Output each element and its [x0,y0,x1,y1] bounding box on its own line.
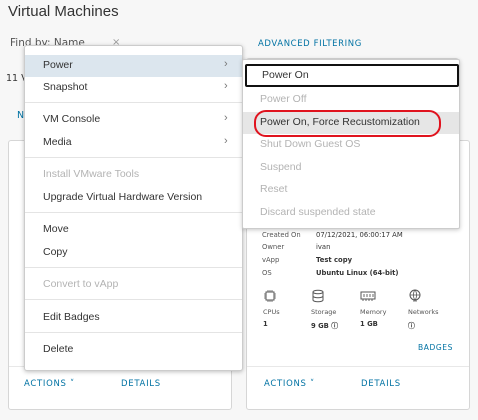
menu-item-upgrade-hardware[interactable]: Upgrade Virtual Hardware Version [25,187,242,209]
menu-item-delete[interactable]: Delete [25,339,242,361]
submenu-item-discard-suspended-state[interactable]: Discard suspended state [243,202,459,224]
menu-item-label: Media [43,136,72,148]
storage-icon [311,289,325,306]
stat-label-storage: Storage [311,308,337,316]
chevron-right-icon: › [224,80,228,92]
detail-value-os: Ubuntu Linux (64-bit) [316,269,399,277]
menu-divider [25,102,242,103]
submenu-item-suspend[interactable]: Suspend [243,157,459,179]
badges-link[interactable]: BADGES [418,343,453,352]
details-button-right[interactable]: DETAILS [361,379,401,389]
menu-item-label: Move [43,223,69,235]
memory-icon [360,289,376,306]
actions-context-menu: Power › Snapshot › VM Console › Media › … [24,45,243,371]
menu-item-install-vmware-tools[interactable]: Install VMware Tools [25,164,242,186]
advanced-filtering-link[interactable]: ADVANCED FILTERING [258,39,362,49]
submenu-item-label: Discard suspended state [260,206,376,218]
submenu-item-reset[interactable]: Reset [243,179,459,201]
detail-key-owner: Owner [262,243,285,251]
menu-item-snapshot[interactable]: Snapshot › [25,77,242,99]
submenu-item-label: Suspend [260,161,302,173]
menu-item-label: Convert to vApp [43,278,119,290]
network-icon [408,289,422,306]
cpu-icon [263,289,277,306]
menu-item-label: VM Console [43,113,101,125]
stat-value-networks[interactable]: ⓘ [408,320,415,330]
submenu-item-power-on[interactable]: Power On [245,64,459,87]
detail-value-vapp: Test copy [316,256,352,264]
page-title: Virtual Machines [8,3,119,20]
menu-item-label: Snapshot [43,81,88,93]
menu-divider [25,299,242,300]
submenu-item-label: Power Off [260,93,307,105]
submenu-item-label: Power On [262,69,309,81]
detail-key-vapp: vApp [262,256,280,264]
menu-item-vm-console[interactable]: VM Console › [25,109,242,131]
chevron-right-icon: › [224,58,228,70]
menu-divider [25,267,242,268]
detail-value-created: 07/12/2021, 06:00:17 AM [316,231,403,239]
submenu-item-power-off[interactable]: Power Off [243,89,459,111]
menu-item-media[interactable]: Media › [25,132,242,154]
menu-item-label: Power [43,59,73,71]
menu-item-convert-to-vapp[interactable]: Convert to vApp [25,274,242,296]
menu-item-move[interactable]: Move [25,219,242,241]
menu-item-label: Upgrade Virtual Hardware Version [43,191,203,203]
stat-value-memory: 1 GB [360,320,378,328]
menu-item-label: Install VMware Tools [43,168,140,180]
submenu-item-label: Reset [260,183,288,195]
stat-label-cpus: CPUs [263,308,280,316]
chevron-right-icon: › [224,135,228,147]
detail-key-os: OS [262,269,272,277]
detail-key-created: Created On [262,231,301,239]
card-divider [247,366,469,367]
menu-item-label: Edit Badges [43,311,100,323]
menu-item-label: Copy [43,246,68,258]
stat-label-networks: Networks [408,308,439,316]
stat-label-memory: Memory [360,308,387,316]
menu-item-power[interactable]: Power › [25,55,242,77]
highlight-ring [254,110,441,137]
menu-divider [25,157,242,158]
details-button-left[interactable]: DETAILS [121,379,161,389]
menu-divider [25,212,242,213]
chevron-right-icon: › [224,112,228,124]
submenu-item-label: Shut Down Guest OS [260,138,361,150]
actions-button-right[interactable]: ACTIONS ˅ [264,379,315,389]
menu-item-edit-badges[interactable]: Edit Badges [25,307,242,329]
detail-value-owner: ivan [316,243,331,251]
stat-value-storage: 9 GB ⓘ [311,322,339,330]
menu-divider [25,332,242,333]
actions-button-left[interactable]: ACTIONS ˅ [24,379,75,389]
menu-item-label: Delete [43,343,74,355]
submenu-item-shut-down-guest-os[interactable]: Shut Down Guest OS [243,134,459,156]
stat-value-cpus: 1 [263,320,268,328]
menu-item-copy[interactable]: Copy [25,242,242,264]
power-submenu: Power On Power Off Power On, Force Recus… [242,59,460,229]
